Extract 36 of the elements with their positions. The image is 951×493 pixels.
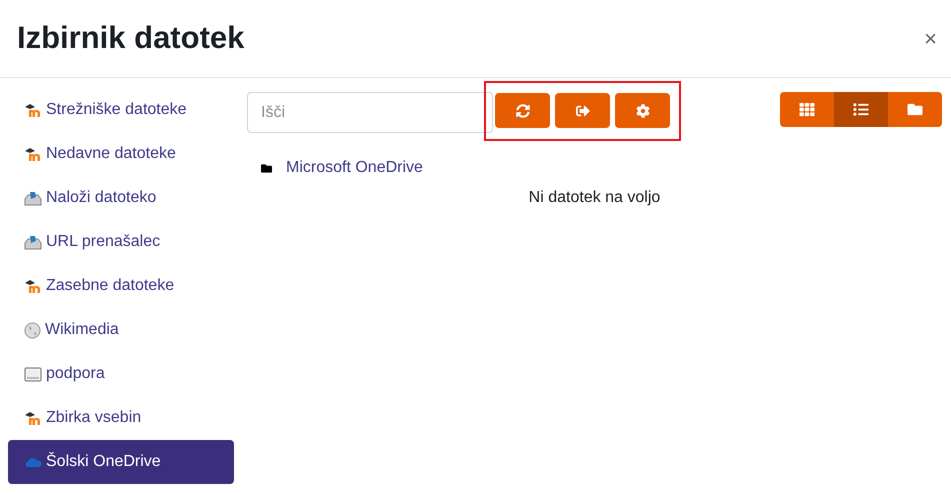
tree-view-button[interactable] (888, 92, 942, 127)
grid-icon (799, 102, 815, 117)
sidebar-item[interactable]: Zbirka vsebin (8, 396, 234, 440)
cloud-icon (24, 456, 42, 468)
sidebar-item[interactable]: URL prenašalec (8, 220, 234, 264)
tray-icon (24, 234, 42, 250)
close-button[interactable]: × (924, 28, 937, 50)
sidebar-item[interactable]: Šolski OneDrive (8, 440, 234, 484)
logout-icon (576, 104, 590, 118)
tray-icon (24, 190, 42, 206)
dialog-title: Izbirnik datotek (17, 19, 244, 58)
grid-view-button[interactable] (780, 92, 834, 127)
file-link[interactable]: Microsoft OneDrive (286, 156, 423, 180)
graduation-cap-m-icon (24, 103, 42, 117)
graduation-cap-m-icon (24, 279, 42, 293)
sidebar-item[interactable]: Naloži datoteko (8, 176, 234, 220)
settings-icon (636, 104, 650, 118)
list-view-button[interactable] (834, 92, 888, 127)
folder-icon (260, 162, 273, 174)
sidebar-item[interactable]: Strežniške datoteke (8, 88, 234, 132)
graduation-cap-m-icon (24, 147, 42, 161)
globe-icon (24, 322, 41, 338)
sidebar-item[interactable]: Nedavne datoteke (8, 132, 234, 176)
refresh-icon (516, 104, 530, 118)
graduation-cap-m-icon (24, 411, 42, 425)
sidebar-item[interactable]: Wikimedia (8, 308, 234, 352)
settings-button[interactable] (615, 93, 670, 128)
list-icon (853, 102, 869, 117)
empty-message: Ni datotek na voljo (528, 188, 660, 208)
sidebar-item[interactable]: podpora (8, 352, 234, 396)
logout-button[interactable] (555, 93, 610, 128)
folder-icon (907, 102, 923, 117)
drive-icon (24, 366, 42, 382)
search-field[interactable]: Išči (247, 92, 493, 133)
sidebar-item[interactable]: Zasebne datoteke (8, 264, 234, 308)
refresh-button[interactable] (495, 93, 550, 128)
